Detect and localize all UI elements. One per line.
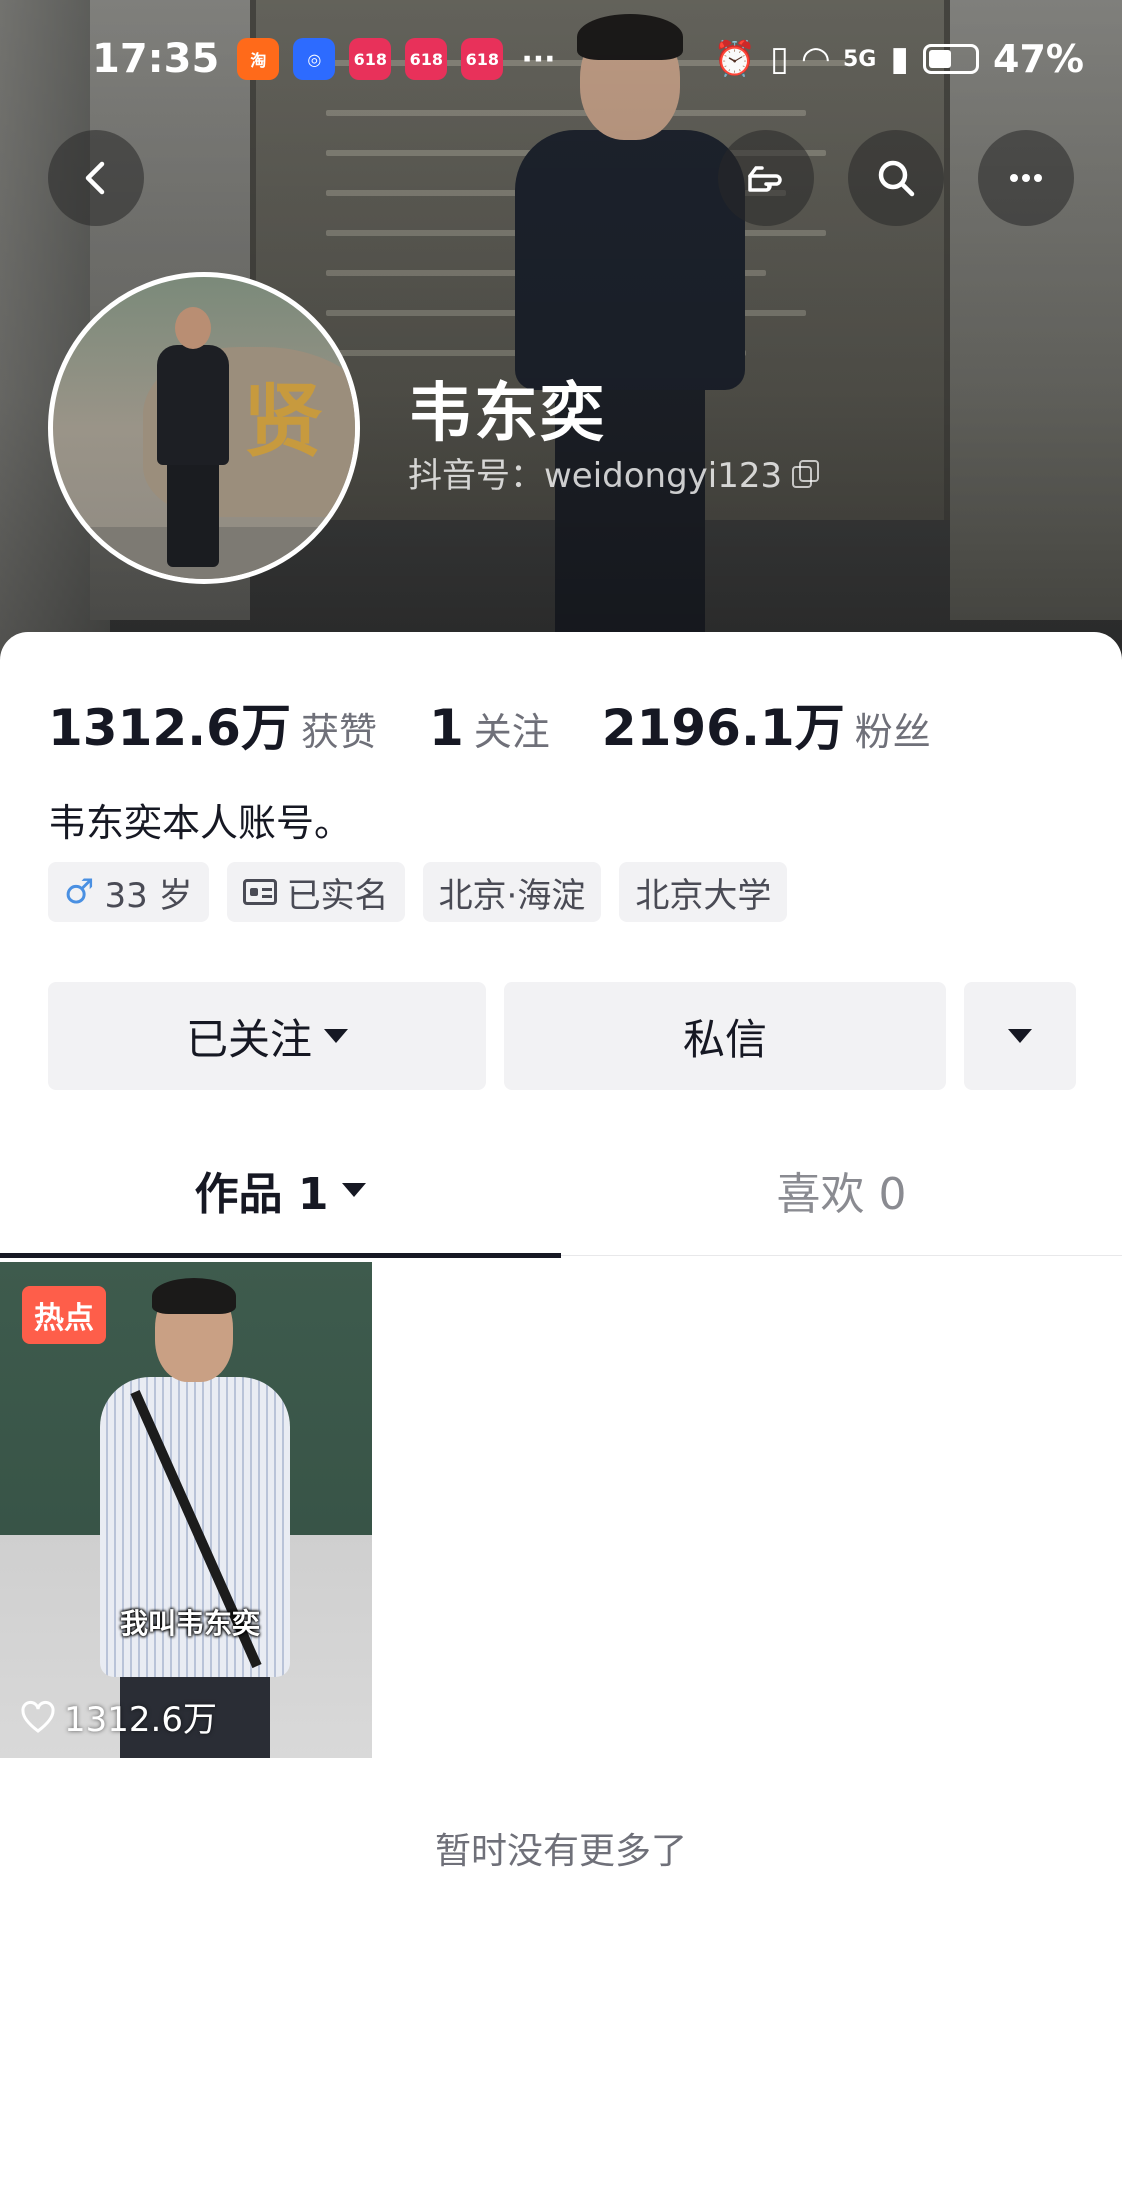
message-label: 私信 bbox=[682, 1014, 767, 1064]
signal-icon: ▮ bbox=[890, 39, 910, 79]
stat-value: 1 bbox=[428, 699, 464, 757]
618-badge-icon: 618 bbox=[349, 38, 392, 80]
rock-inscription-graphic: 贤 bbox=[243, 374, 323, 468]
no-more-text: 暂时没有更多了 bbox=[434, 1831, 687, 1872]
taobao-badge-icon: 淘 bbox=[237, 38, 280, 80]
wifi-icon: ◠ bbox=[802, 39, 829, 79]
vibrate-icon: ▯ bbox=[770, 39, 789, 79]
stat-followers[interactable]: 2196.1万 粉丝 bbox=[602, 688, 931, 760]
douyin-id[interactable]: 抖音号：weidongyi123 bbox=[408, 448, 820, 497]
tag-text: 已实名 bbox=[286, 875, 389, 916]
tab-label: 作品 1 bbox=[194, 1169, 329, 1220]
copy-icon[interactable] bbox=[792, 459, 820, 488]
heart-icon bbox=[21, 1700, 55, 1733]
caret-down-icon bbox=[324, 1029, 348, 1043]
followed-button[interactable]: 已关注 bbox=[48, 982, 486, 1090]
recommend-dropdown-button[interactable] bbox=[964, 982, 1076, 1090]
hot-badge: 热点 bbox=[22, 1286, 106, 1344]
more-dots-icon bbox=[1010, 174, 1042, 182]
618-badge-icon: 618 bbox=[405, 38, 448, 80]
video-like-count: 1312.6万 bbox=[64, 1700, 217, 1740]
more-notifications-icon: ··· bbox=[521, 41, 556, 77]
tab-active-indicator bbox=[0, 1253, 561, 1258]
pointing-hand-button[interactable] bbox=[718, 130, 814, 226]
male-icon: ♂ bbox=[64, 872, 95, 912]
tag-text: 北京·海淀 bbox=[438, 875, 586, 916]
profile-tags: ♂ 33 岁 已实名 北京·海淀 北京大学 bbox=[48, 862, 788, 922]
tab-likes[interactable]: 喜欢 0 bbox=[561, 1124, 1122, 1256]
stat-value: 1312.6万 bbox=[48, 699, 291, 757]
tab-label: 喜欢 0 bbox=[776, 1169, 907, 1220]
douyin-id-text: 抖音号：weidongyi123 bbox=[408, 456, 783, 496]
status-right: ⏰ ▯ ◠ 5G ▮ 47% bbox=[714, 37, 1084, 81]
more-options-button[interactable] bbox=[978, 130, 1074, 226]
followed-label: 已关注 bbox=[185, 1014, 312, 1064]
video-person bbox=[100, 1278, 290, 1758]
tag-text: 北京大学 bbox=[635, 875, 772, 916]
tag-text: 33 岁 bbox=[104, 875, 193, 916]
pointing-hand-icon bbox=[748, 166, 782, 192]
stat-label: 关注 bbox=[473, 710, 550, 754]
message-button[interactable]: 私信 bbox=[504, 982, 946, 1090]
content-tabs: 作品 1 喜欢 0 bbox=[0, 1124, 1122, 1258]
tag-verified: 已实名 bbox=[226, 862, 405, 922]
618-badge-icon: 618 bbox=[461, 38, 504, 80]
tag-location[interactable]: 北京·海淀 bbox=[422, 862, 602, 922]
video-thumbnail[interactable]: 热点 我叫韦东奕 1312.6万 bbox=[0, 1262, 372, 1758]
tag-school[interactable]: 北京大学 bbox=[619, 862, 788, 922]
avatar[interactable]: 贤 bbox=[48, 272, 360, 584]
status-time: 17:35 bbox=[92, 36, 220, 82]
tab-works[interactable]: 作品 1 bbox=[0, 1124, 561, 1258]
alarm-icon: ⏰ bbox=[713, 39, 757, 79]
back-arrow-icon bbox=[85, 161, 105, 195]
video-caption: 我叫韦东奕 bbox=[120, 1607, 261, 1640]
stat-label: 获赞 bbox=[300, 710, 377, 754]
back-button[interactable] bbox=[48, 130, 144, 226]
status-bar: 17:35 淘 ◎ 618 618 618 ··· ⏰ ▯ ◠ 5G ▮ 47% bbox=[0, 0, 1122, 118]
search-button[interactable] bbox=[848, 130, 944, 226]
video-likes: 1312.6万 bbox=[20, 1692, 217, 1741]
battery-icon bbox=[923, 44, 980, 74]
stat-value: 2196.1万 bbox=[601, 699, 845, 757]
id-card-icon bbox=[242, 879, 277, 905]
tag-age: ♂ 33 岁 bbox=[48, 862, 209, 922]
network-type: 5G bbox=[842, 46, 877, 72]
battery-level: 47% bbox=[993, 37, 1084, 81]
stat-following[interactable]: 1 关注 bbox=[429, 699, 550, 757]
caret-down-icon bbox=[1008, 1029, 1032, 1043]
search-icon bbox=[878, 160, 915, 197]
bio-text: 韦东奕本人账号。 bbox=[48, 801, 353, 845]
action-buttons: 已关注 私信 bbox=[48, 982, 1076, 1090]
profile-page: 17:35 淘 ◎ 618 618 618 ··· ⏰ ▯ ◠ 5G ▮ 47%… bbox=[0, 0, 1122, 2198]
profile-card: 1312.6万 获赞 1 关注 2196.1万 粉丝 韦东奕本人账号。 ♂ 33… bbox=[0, 632, 1122, 2198]
profile-name: 韦东奕 bbox=[408, 377, 606, 451]
stats-row: 1312.6万 获赞 1 关注 2196.1万 粉丝 bbox=[48, 688, 983, 760]
caret-down-icon bbox=[342, 1183, 367, 1197]
stat-label: 粉丝 bbox=[854, 710, 931, 754]
assistant-badge-icon: ◎ bbox=[293, 38, 336, 80]
stat-likes[interactable]: 1312.6万 获赞 bbox=[48, 688, 377, 760]
